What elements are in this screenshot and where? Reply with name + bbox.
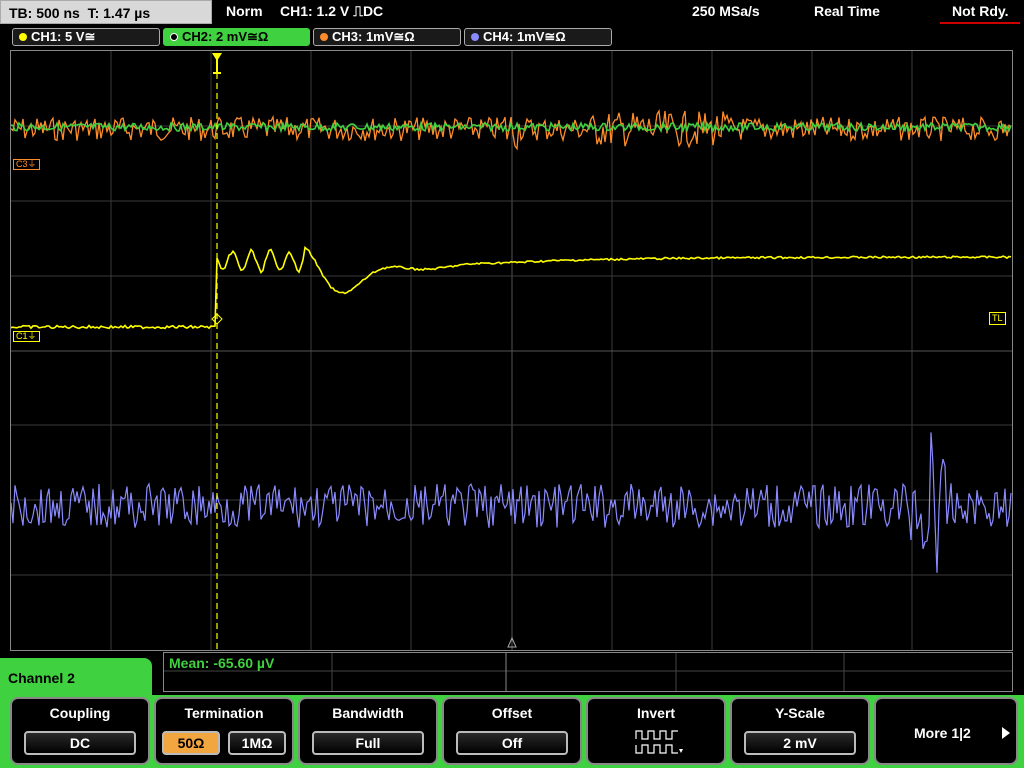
offset-value[interactable]: Off: [456, 731, 568, 755]
bandwidth-value[interactable]: Full: [312, 731, 424, 755]
ready-status-bar: [940, 22, 1020, 24]
channel-tab-ch3[interactable]: CH3: 1mV≅Ω: [313, 28, 461, 46]
invert-title: Invert: [636, 705, 676, 721]
coupling-value[interactable]: DC: [24, 731, 136, 755]
ch1-dot-icon: [19, 33, 27, 41]
channel-tab-label: CH2: 2 mV≅Ω: [182, 29, 269, 44]
ch3-ground-marker[interactable]: C3⏚: [13, 159, 40, 170]
ch3-dot-icon: [320, 33, 328, 41]
acquisition-mode: Real Time: [814, 3, 880, 19]
termination-1mohm-option[interactable]: 1MΩ: [228, 731, 286, 755]
more-label: More 1|2: [914, 725, 971, 741]
channel-tab-ch2[interactable]: CH2: 2 mV≅Ω: [163, 28, 310, 46]
trigger-level-label: TL: [992, 313, 1003, 323]
more-softkey[interactable]: More 1|2: [874, 697, 1018, 765]
inverted-square-wave-icon: [635, 730, 683, 754]
ch3-waveform: [11, 108, 1012, 151]
ch2-dot-icon: [170, 33, 178, 41]
waveform-display[interactable]: C3⏚ C1⏚ TL: [10, 50, 1013, 651]
y-scale-title: Y-Scale: [775, 705, 825, 721]
right-arrow-icon: [1002, 727, 1010, 739]
coupling-softkey[interactable]: Coupling DC: [10, 697, 150, 765]
sample-rate: 250 MSa/s: [692, 3, 760, 19]
ch1-ground-marker[interactable]: C1⏚: [13, 331, 40, 342]
menu-title-text: Channel 2: [8, 670, 75, 686]
ready-status: Not Rdy.: [952, 3, 1009, 19]
channel-tab-label: CH3: 1mV≅Ω: [332, 29, 415, 44]
invert-softkey[interactable]: Invert: [586, 697, 726, 765]
coupling-title: Coupling: [49, 705, 111, 721]
timebase-text: TB: 500 ns: [9, 5, 80, 21]
trigger-level-marker[interactable]: TL: [989, 312, 1006, 325]
mean-measurement: Mean: -65.60 µV: [169, 655, 275, 671]
channel-tab-label: CH1: 5 V≅: [31, 29, 96, 44]
measurement-strip: [163, 652, 1013, 692]
ch1-waveform: [11, 245, 1012, 330]
trigger-position-marker[interactable]: [212, 53, 222, 74]
offset-title: Offset: [491, 705, 533, 721]
trigger-time-text: T: 1.47 µs: [87, 5, 151, 21]
bandwidth-title: Bandwidth: [332, 705, 404, 721]
termination-title: Termination: [184, 705, 264, 721]
channel-tab-ch1[interactable]: CH1: 5 V≅: [12, 28, 160, 46]
y-scale-value[interactable]: 2 mV: [744, 731, 856, 755]
menu-title: Channel 2: [0, 658, 152, 700]
y-scale-softkey[interactable]: Y-Scale 2 mV: [730, 697, 870, 765]
termination-softkey[interactable]: Termination 50Ω 1MΩ: [154, 697, 294, 765]
timebase-box[interactable]: TB: 500 ns T: 1.47 µs: [0, 0, 212, 24]
ch1-ground-label: C1⏚: [16, 331, 37, 341]
trigger-info[interactable]: CH1: 1.2 V ⎍DC: [280, 3, 383, 20]
ch4-dot-icon: [471, 33, 479, 41]
trigger-mode[interactable]: Norm: [226, 3, 263, 19]
bandwidth-softkey[interactable]: Bandwidth Full: [298, 697, 438, 765]
offset-softkey[interactable]: Offset Off: [442, 697, 582, 765]
channel-tab-label: CH4: 1mV≅Ω: [483, 29, 566, 44]
termination-50ohm-option[interactable]: 50Ω: [162, 731, 220, 755]
ch3-ground-label: C3⏚: [16, 159, 37, 169]
ch4-waveform: [11, 432, 1012, 573]
channel-tab-ch4[interactable]: CH4: 1mV≅Ω: [464, 28, 612, 46]
